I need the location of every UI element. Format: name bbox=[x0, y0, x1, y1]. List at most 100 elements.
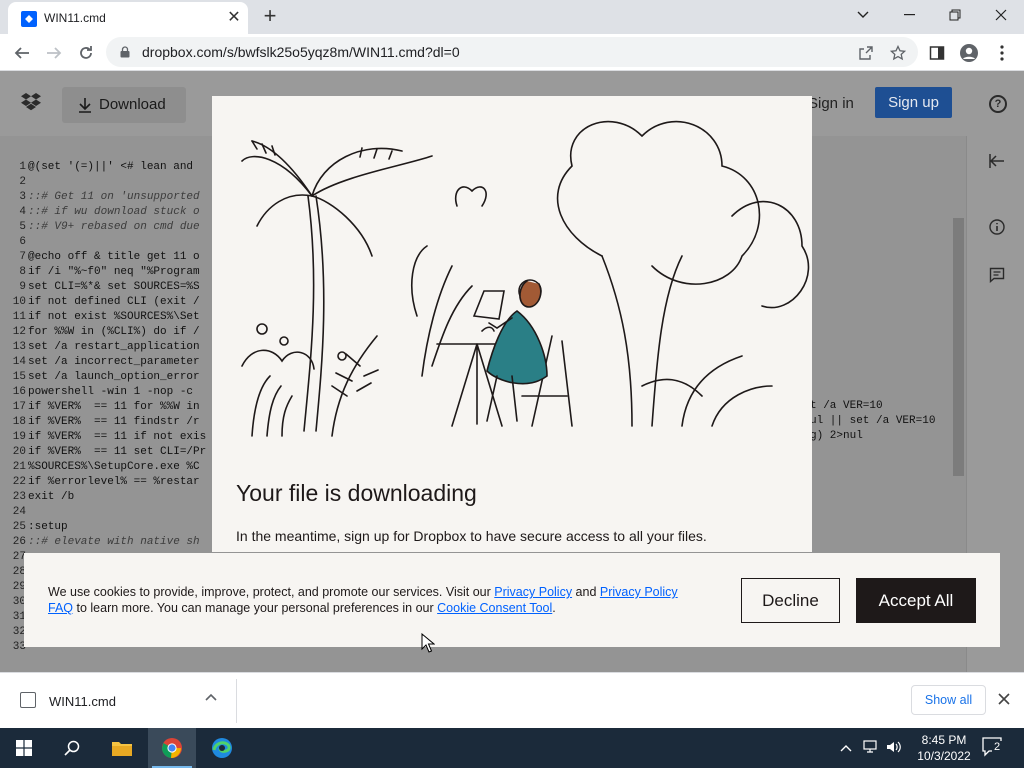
browser-tab[interactable]: WIN11.cmd ✕ bbox=[8, 2, 248, 34]
mouse-cursor-icon bbox=[421, 633, 435, 653]
code-line: 20 if %VER% == 11 set CLI=/Pr bbox=[10, 445, 206, 460]
url-text[interactable]: dropbox.com/s/bwfslk25o5yqz8m/WIN11.cmd?… bbox=[142, 44, 460, 60]
line-number: 13 bbox=[12, 341, 26, 353]
kebab-menu-icon[interactable] bbox=[991, 42, 1013, 64]
accept-all-button[interactable]: Accept All bbox=[856, 578, 976, 623]
address-bar[interactable]: dropbox.com/s/bwfslk25o5yqz8m/WIN11.cmd?… bbox=[106, 37, 918, 67]
tab-title: WIN11.cmd bbox=[44, 11, 106, 25]
show-all-button[interactable]: Show all bbox=[911, 685, 986, 715]
search-icon[interactable] bbox=[48, 728, 96, 768]
volume-icon[interactable] bbox=[886, 740, 902, 757]
code-line: 17 if %VER% == 11 for %%W in bbox=[10, 400, 206, 415]
tab-close-icon[interactable]: ✕ bbox=[224, 8, 244, 28]
side-panel-icon[interactable] bbox=[926, 42, 948, 64]
code-line-overflow: t /a VER=10 bbox=[810, 400, 883, 412]
comment-icon[interactable] bbox=[988, 267, 1006, 285]
decline-button[interactable]: Decline bbox=[741, 578, 840, 623]
dropbox-favicon-icon bbox=[21, 11, 37, 27]
line-number: 11 bbox=[12, 311, 26, 323]
lock-icon[interactable] bbox=[120, 46, 130, 58]
line-text: if %VER% == 11 for %%W in bbox=[28, 401, 200, 413]
code-line: 23 exit /b bbox=[10, 490, 206, 505]
forward-icon[interactable] bbox=[42, 41, 66, 65]
line-number: 8 bbox=[19, 266, 26, 278]
line-text: :setup bbox=[28, 521, 68, 533]
file-explorer-icon[interactable] bbox=[98, 728, 146, 768]
tab-search-icon[interactable] bbox=[840, 0, 886, 30]
modal-description: In the meantime, sign up for Dropbox to … bbox=[236, 528, 707, 552]
cookie-text-part: . bbox=[552, 601, 556, 615]
line-text: @echo off & title get 11 o bbox=[28, 251, 200, 263]
line-number: 10 bbox=[12, 296, 26, 308]
bookmark-star-icon[interactable] bbox=[887, 42, 909, 64]
info-icon[interactable] bbox=[988, 219, 1006, 237]
line-number: 12 bbox=[12, 326, 26, 338]
code-line: 5::# V9+ rebased on cmd due bbox=[10, 220, 206, 235]
line-number: 20 bbox=[12, 446, 26, 458]
minimize-icon[interactable] bbox=[886, 0, 932, 30]
line-text: if %VER% == 11 findstr /r bbox=[28, 416, 200, 428]
chrome-icon[interactable] bbox=[148, 728, 196, 768]
line-number: 17 bbox=[12, 401, 26, 413]
share-icon[interactable] bbox=[855, 42, 877, 64]
new-tab-icon[interactable]: + bbox=[258, 5, 282, 29]
line-number: 7 bbox=[19, 251, 26, 263]
notification-count: 2 bbox=[992, 741, 1003, 753]
code-line: 3::# Get 11 on 'unsupported bbox=[10, 190, 206, 205]
code-line: 22 if %errorlevel% == %restar bbox=[10, 475, 206, 490]
download-arrow-icon bbox=[79, 98, 91, 113]
line-number: 6 bbox=[19, 236, 26, 248]
browser-toolbar: dropbox.com/s/bwfslk25o5yqz8m/WIN11.cmd?… bbox=[0, 34, 1024, 71]
line-number: 5 bbox=[19, 221, 26, 233]
notification-center-icon[interactable]: 2 bbox=[982, 737, 1004, 757]
sign-up-button[interactable]: Sign up bbox=[875, 87, 952, 118]
code-line: 9 set CLI=%*& set SOURCES=%S bbox=[10, 280, 206, 295]
reload-icon[interactable] bbox=[74, 41, 98, 65]
code-line: 1 @(set '(=)||' <# lean and bbox=[10, 160, 206, 175]
code-line: 26::# elevate with native sh bbox=[10, 535, 206, 550]
edge-icon[interactable] bbox=[198, 728, 246, 768]
collapse-panel-icon[interactable] bbox=[988, 154, 1006, 172]
chevron-up-icon[interactable] bbox=[204, 691, 220, 707]
code-line: 12 for %%W in (%CLI%) do if / bbox=[10, 325, 206, 340]
code-line: 2 bbox=[10, 175, 206, 190]
code-line: 21 %SOURCES%\SetupCore.exe %C bbox=[10, 460, 206, 475]
chevron-up-tray-icon[interactable] bbox=[840, 740, 852, 755]
line-text: ::# elevate with native sh bbox=[28, 536, 200, 548]
restore-icon[interactable] bbox=[932, 0, 978, 30]
cookie-consent-tool-link[interactable]: Cookie Consent Tool bbox=[437, 601, 552, 615]
code-line: 18 if %VER% == 11 findstr /r bbox=[10, 415, 206, 430]
code-line: 6 bbox=[10, 235, 206, 250]
profile-avatar-icon[interactable] bbox=[958, 42, 980, 64]
sign-in-link[interactable]: Sign in bbox=[808, 95, 854, 112]
privacy-policy-link[interactable]: Privacy Policy bbox=[494, 585, 572, 599]
download-button[interactable]: Download bbox=[62, 87, 186, 123]
line-text: ::# if wu download stuck o bbox=[28, 206, 200, 218]
line-number: 22 bbox=[12, 476, 26, 488]
line-text: if %VER% == 11 set CLI=/Pr bbox=[28, 446, 207, 458]
line-number: 24 bbox=[12, 506, 26, 518]
line-text: set /a incorrect_parameter bbox=[28, 356, 200, 368]
help-icon[interactable]: ? bbox=[989, 95, 1007, 113]
code-line: 19 if %VER% == 11 if not exis bbox=[10, 430, 206, 445]
line-text: set /a launch_option_error bbox=[28, 371, 200, 383]
dropbox-logo-icon[interactable] bbox=[21, 93, 41, 111]
line-text: exit /b bbox=[28, 491, 75, 503]
start-windows-icon[interactable] bbox=[0, 728, 48, 768]
line-text: @(set '(=)||' <# lean and bbox=[28, 161, 194, 173]
close-window-icon[interactable] bbox=[978, 0, 1024, 30]
back-icon[interactable] bbox=[10, 41, 34, 65]
line-number: 21 bbox=[12, 461, 26, 473]
close-shelf-icon[interactable] bbox=[998, 692, 1014, 708]
system-clock[interactable]: 8:45 PM 10/3/2022 bbox=[913, 732, 975, 764]
network-icon[interactable] bbox=[863, 740, 879, 757]
line-text: if /i "%~f0" neq "%Program bbox=[28, 266, 200, 278]
code-line-overflow: g) 2>nul bbox=[810, 430, 863, 442]
code-line: 4::# if wu download stuck o bbox=[10, 205, 206, 220]
windows-taskbar: 8:45 PM 10/3/2022 2 bbox=[0, 728, 1024, 768]
downloaded-file-name[interactable]: WIN11.cmd bbox=[49, 694, 116, 709]
code-line: 24 bbox=[10, 505, 206, 520]
line-number: 9 bbox=[19, 281, 26, 293]
code-line: 8 if /i "%~f0" neq "%Program bbox=[10, 265, 206, 280]
vertical-scrollbar[interactable] bbox=[953, 218, 964, 476]
